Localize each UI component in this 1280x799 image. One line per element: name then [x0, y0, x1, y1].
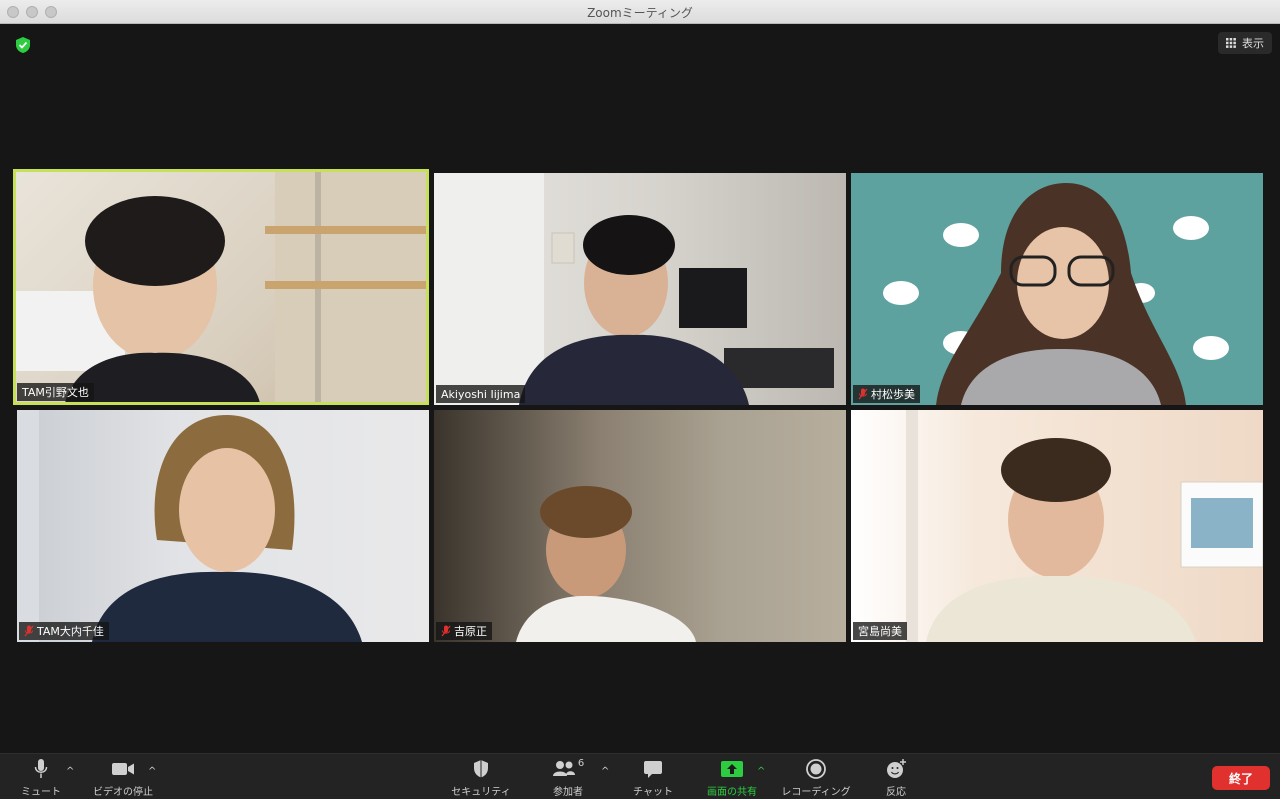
encryption-shield-icon[interactable]	[12, 34, 34, 56]
participant-nameplate: 吉原正	[436, 622, 492, 640]
participants-label: 参加者	[553, 787, 583, 798]
window-titlebar: Zoomミーティング	[0, 0, 1280, 24]
participant-nameplate: TAM大内千佳	[19, 622, 109, 640]
video-feed	[906, 410, 1263, 642]
shield-icon	[474, 760, 488, 778]
participant-nameplate: TAM引野文也	[17, 383, 94, 401]
participant-nameplate: 宮島尚美	[853, 622, 907, 640]
microphone-muted-icon	[24, 625, 34, 637]
participant-name: TAM引野文也	[22, 386, 89, 399]
microphone-muted-icon	[858, 388, 868, 400]
share-label: 画面の共有	[707, 787, 757, 798]
smiley-icon	[887, 759, 906, 778]
video-feed	[516, 486, 696, 642]
video-tile[interactable]: TAM大内千佳	[17, 410, 429, 642]
video-tile[interactable]: 宮島尚美	[851, 410, 1263, 642]
view-toggle-button[interactable]: 表示	[1218, 32, 1272, 54]
stop-video-button[interactable]: ビデオの停止	[92, 758, 154, 798]
participant-name: 吉原正	[454, 625, 487, 638]
video-feed	[17, 410, 362, 642]
participant-name: 村松歩美	[871, 388, 915, 401]
video-tile[interactable]: TAM引野文也	[13, 169, 429, 405]
participant-nameplate: Akiyoshi Iijima	[436, 385, 526, 403]
share-screen-icon	[721, 761, 743, 777]
video-tile[interactable]: Akiyoshi Iijima	[434, 173, 846, 405]
chevron-up-icon[interactable]: ^	[66, 766, 74, 777]
chevron-up-icon[interactable]: ^	[757, 766, 765, 777]
participants-button[interactable]: 6 参加者	[548, 758, 588, 798]
video-camera-icon	[112, 763, 134, 775]
participant-nameplate: 村松歩美	[853, 385, 920, 403]
video-label: ビデオの停止	[93, 787, 153, 798]
chevron-up-icon[interactable]: ^	[148, 766, 156, 777]
grid-icon	[1226, 38, 1236, 48]
participants-icon	[552, 761, 575, 776]
participant-name: 宮島尚美	[858, 625, 902, 638]
video-feed	[15, 171, 427, 403]
mute-button[interactable]: ミュート	[20, 758, 62, 798]
chevron-up-icon[interactable]: ^	[601, 766, 609, 777]
video-tile[interactable]: 吉原正	[434, 410, 846, 642]
participant-name: TAM大内千佳	[37, 625, 104, 638]
record-icon	[806, 759, 826, 779]
participant-name: Akiyoshi Iijima	[441, 387, 521, 401]
chat-bubble-icon	[644, 761, 662, 778]
video-tile[interactable]: 村松歩美	[851, 173, 1263, 405]
meeting-stage: 表示 TAM引野文也 Akiyoshi Iijima 村松歩美 TAM大内千佳 …	[0, 24, 1280, 753]
microphone-icon	[34, 759, 48, 778]
security-label: セキュリティ	[451, 787, 511, 798]
share-screen-button[interactable]: 画面の共有	[704, 758, 760, 798]
window-title: Zoomミーティング	[587, 6, 693, 20]
view-label: 表示	[1242, 37, 1264, 50]
record-label: レコーディング	[781, 787, 851, 798]
reactions-button[interactable]: 反応	[882, 758, 910, 798]
record-button[interactable]: レコーディング	[780, 758, 852, 798]
video-feed	[883, 183, 1229, 405]
chat-button[interactable]: チャット	[630, 758, 676, 798]
security-button[interactable]: セキュリティ	[450, 758, 512, 798]
end-meeting-button[interactable]: 終了	[1212, 766, 1270, 790]
participants-count: 6	[577, 758, 585, 769]
video-feed	[434, 173, 834, 405]
meeting-toolbar: ミュート ^ ビデオの停止 ^ セキュリティ 6 参加者 ^ チャット 画面の共…	[0, 753, 1280, 799]
microphone-muted-icon	[441, 625, 451, 637]
chat-label: チャット	[633, 787, 673, 798]
reactions-label: 反応	[886, 787, 906, 798]
mute-label: ミュート	[21, 787, 61, 798]
